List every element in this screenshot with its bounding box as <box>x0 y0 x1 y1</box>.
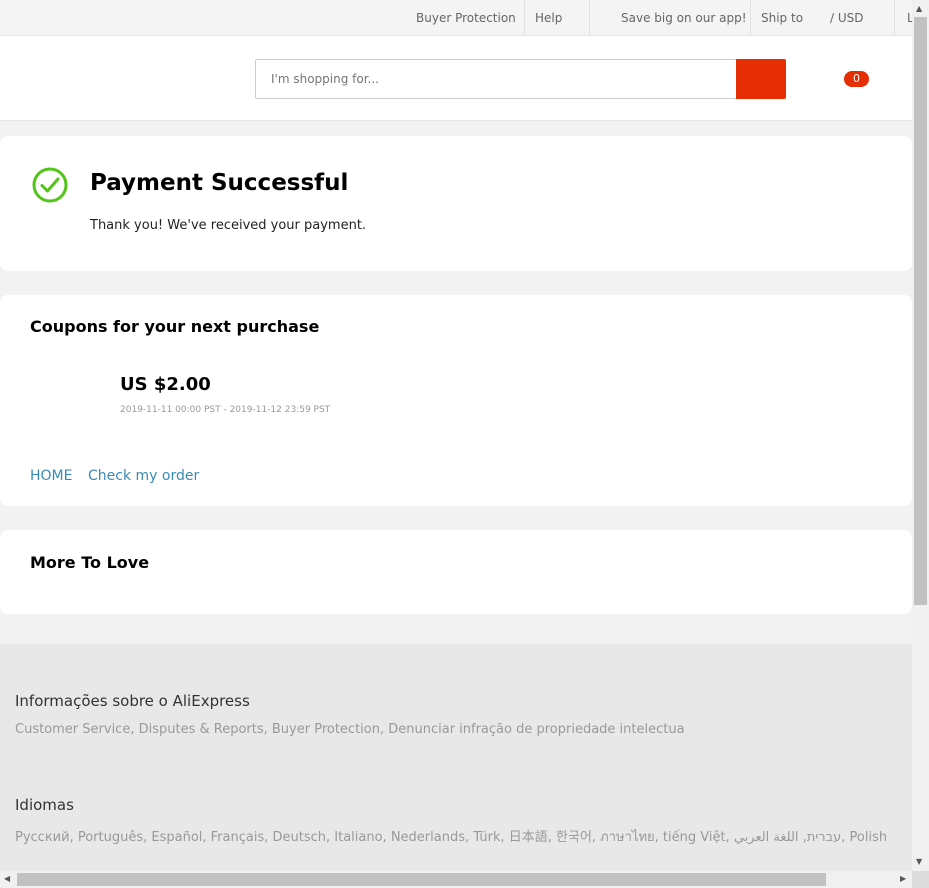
scroll-left-icon[interactable]: ◀ <box>4 874 10 883</box>
horizontal-scrollbar[interactable]: ◀ ▶ <box>0 871 912 888</box>
payment-success-card: Payment Successful Thank you! We've rece… <box>0 136 912 271</box>
top-utility-bar: Buyer Protection Help Save big on our ap… <box>0 0 914 36</box>
footer-info-title: Informações sobre o AliExpress <box>15 692 250 710</box>
site-header: 0 <box>0 36 912 121</box>
ship-to-selector[interactable]: Ship to <box>761 11 803 25</box>
check-order-link[interactable]: Check my order <box>88 468 199 484</box>
divider <box>894 0 895 36</box>
coupon-validity-dates: 2019-11-11 00:00 PST - 2019-11-12 23:59 … <box>120 405 331 415</box>
payment-message: Thank you! We've received your payment. <box>90 218 367 233</box>
footer-language-links[interactable]: Русский, Português, Español, Français, D… <box>15 826 887 847</box>
footer-languages-title: Idiomas <box>15 796 74 814</box>
vertical-scroll-thumb[interactable] <box>914 17 927 605</box>
coupons-card: Coupons for your next purchase US $2.00 … <box>0 295 912 506</box>
horizontal-scroll-thumb[interactable] <box>17 873 826 886</box>
divider <box>589 0 590 36</box>
home-link[interactable]: HOME <box>30 468 72 484</box>
search-button[interactable] <box>736 59 786 99</box>
vertical-scrollbar[interactable]: ▲ ▼ <box>912 0 929 871</box>
scroll-down-icon[interactable]: ▼ <box>916 857 922 866</box>
divider <box>750 0 751 36</box>
footer-info-links[interactable]: Customer Service, Disputes & Reports, Bu… <box>15 722 685 737</box>
scroll-up-icon[interactable]: ▲ <box>916 4 922 13</box>
more-to-love-card: More To Love <box>0 530 912 614</box>
cart-count-badge[interactable]: 0 <box>844 71 869 87</box>
scroll-right-icon[interactable]: ▶ <box>900 874 906 883</box>
divider <box>524 0 525 36</box>
scrollbar-corner <box>912 871 929 888</box>
check-circle-icon <box>32 167 68 203</box>
search-input[interactable] <box>255 59 737 99</box>
coupons-title: Coupons for your next purchase <box>30 317 320 336</box>
site-footer: Informações sobre o AliExpress Customer … <box>0 644 912 888</box>
payment-title: Payment Successful <box>90 170 349 196</box>
buyer-protection-link[interactable]: Buyer Protection <box>416 11 516 25</box>
coupon-amount: US $2.00 <box>120 374 211 395</box>
app-promo-link[interactable]: Save big on our app! <box>621 11 747 25</box>
more-to-love-title: More To Love <box>30 553 150 572</box>
currency-selector[interactable]: / USD <box>830 11 864 25</box>
help-link[interactable]: Help <box>535 11 562 25</box>
